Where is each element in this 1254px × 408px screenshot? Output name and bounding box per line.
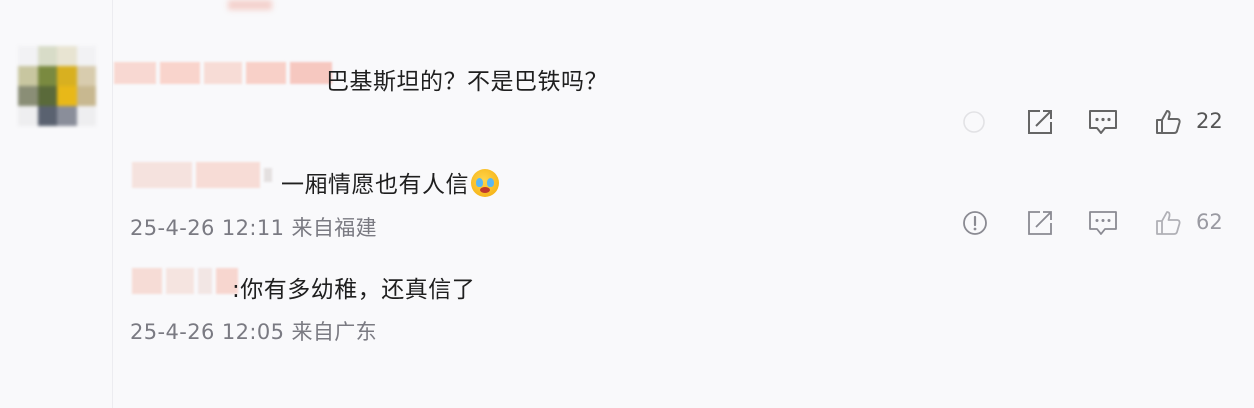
reply-meta: 25-4-26 12:11 来自福建: [130, 212, 377, 242]
reply-icon[interactable]: [1086, 106, 1120, 138]
blurred-username[interactable]: [114, 62, 332, 84]
share-icon[interactable]: [1024, 207, 1056, 239]
location: 来自福建: [291, 216, 378, 240]
reply-icon[interactable]: [1086, 207, 1120, 239]
crying-face-emoji: [471, 169, 499, 197]
timestamp: 25-4-26 12:05: [130, 320, 285, 344]
like-icon[interactable]: [1152, 207, 1184, 239]
avatar[interactable]: [18, 46, 96, 126]
thread-line: [112, 0, 113, 408]
report-icon[interactable]: [961, 209, 989, 237]
blurred-username[interactable]: [132, 268, 238, 294]
timestamp: 25-4-26 12:11: [130, 216, 285, 240]
reply-text: :你有多幼稚，还真信了: [232, 277, 476, 303]
blurred-fragment: [228, 0, 272, 10]
like-icon[interactable]: [1152, 106, 1184, 138]
blurred-username[interactable]: [132, 162, 272, 188]
reply-meta: 25-4-26 12:05 来自广东: [130, 316, 377, 346]
location: 来自广东: [291, 320, 378, 344]
reply-text: 一厢情愿也有人信: [281, 165, 499, 199]
comment-text: 巴基斯坦的？不是巴铁吗？: [326, 69, 608, 95]
report-icon[interactable]: [960, 108, 988, 136]
like-count: 22: [1196, 109, 1223, 133]
like-count: 62: [1196, 210, 1223, 234]
share-icon[interactable]: [1024, 106, 1056, 138]
